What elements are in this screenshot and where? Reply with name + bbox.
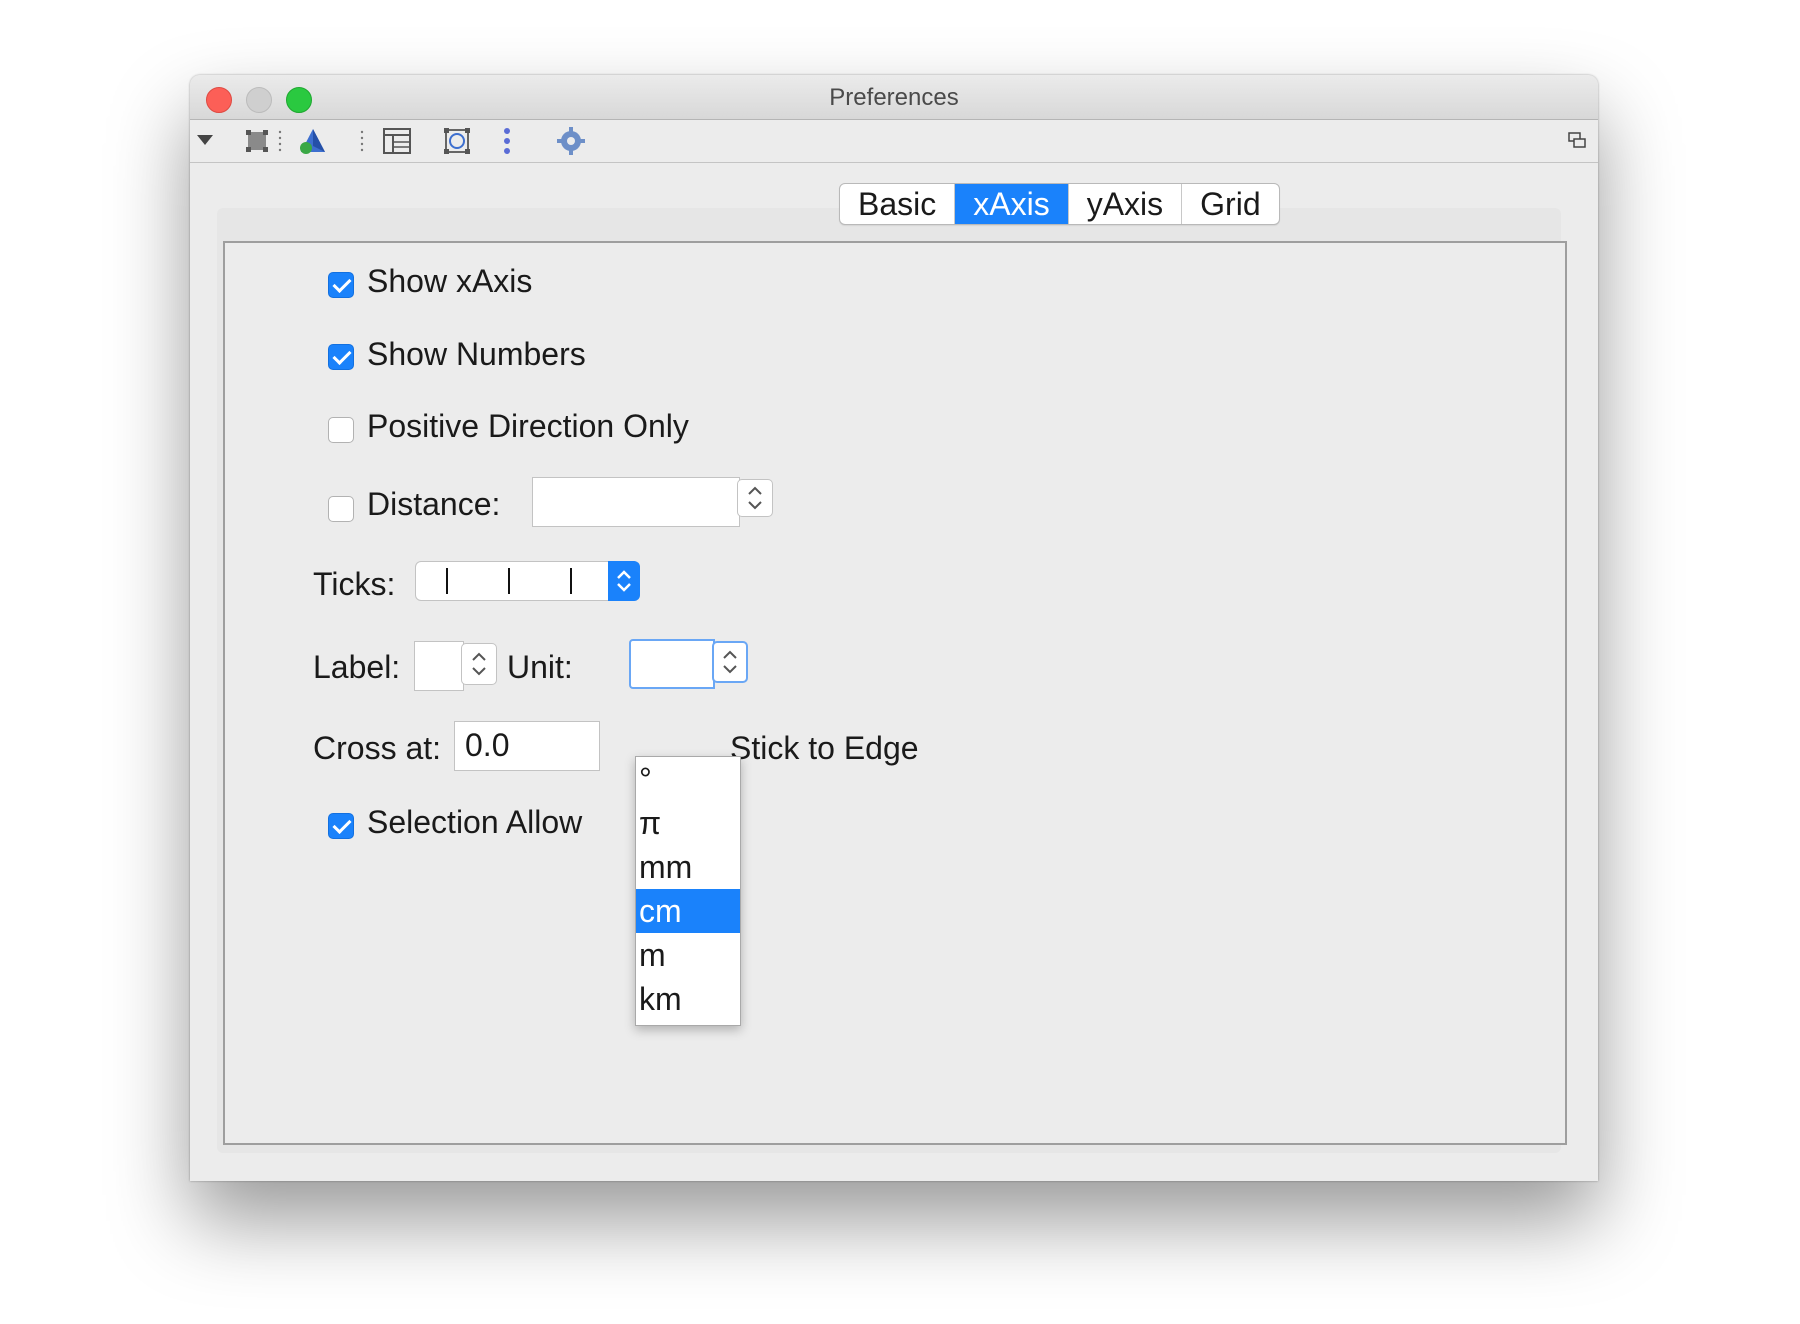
preferences-window: Preferences Basic xAxis yAxis Grid Show …	[190, 75, 1598, 1181]
distance-input[interactable]	[532, 477, 740, 527]
show-xaxis-checkbox[interactable]	[328, 272, 354, 298]
menu-triangle-icon[interactable]	[196, 134, 214, 146]
unit-label: Unit:	[507, 649, 573, 685]
unit-dropdown-list: ° π mm cm m km	[635, 756, 741, 1026]
unit-option-km[interactable]: km	[636, 977, 740, 1021]
unit-option-pi[interactable]: π	[636, 801, 740, 845]
title-bar[interactable]: Preferences	[190, 75, 1598, 120]
unit-input[interactable]	[629, 639, 715, 689]
layout-icon[interactable]	[382, 126, 412, 156]
tab-yaxis[interactable]: yAxis	[1067, 184, 1181, 224]
ticks-dropdown-button[interactable]	[608, 561, 640, 601]
unit-option-mm[interactable]: mm	[636, 845, 740, 889]
tick-mark	[570, 568, 572, 594]
stepper-arrows-icon	[723, 650, 737, 674]
distance-label[interactable]: Distance:	[367, 486, 500, 523]
graphics-view-icon[interactable]	[242, 126, 272, 156]
show-xaxis-label[interactable]: Show xAxis	[367, 263, 532, 300]
chevron-updown-icon	[617, 570, 631, 592]
show-numbers-label[interactable]: Show Numbers	[367, 336, 586, 373]
ticks-label: Ticks:	[313, 566, 396, 602]
positive-direction-label[interactable]: Positive Direction Only	[367, 408, 689, 445]
tick-mark	[508, 568, 510, 594]
label-field-label: Label:	[313, 649, 401, 685]
stick-to-edge-label[interactable]: Stick to Edge	[730, 730, 919, 767]
selection-allowed-checkbox[interactable]	[328, 813, 354, 839]
tick-mark	[446, 568, 448, 594]
window-restore-icon[interactable]	[1568, 132, 1586, 148]
tab-basic[interactable]: Basic	[840, 184, 954, 224]
tab-grid[interactable]: Grid	[1181, 184, 1278, 224]
window-title: Preferences	[829, 84, 959, 111]
distance-checkbox[interactable]	[328, 496, 354, 522]
tab-bar: Basic xAxis yAxis Grid	[839, 183, 1280, 225]
selection-allowed-label[interactable]: Selection Allow	[367, 804, 582, 841]
ticks-combobox[interactable]	[415, 561, 640, 601]
unit-option-cm[interactable]: cm	[636, 889, 740, 933]
unit-option-degree[interactable]: °	[636, 757, 740, 801]
toolbar	[190, 120, 1598, 163]
stepper-arrows-icon	[748, 486, 762, 510]
positive-direction-checkbox[interactable]	[328, 417, 354, 443]
cross-at-label: Cross at:	[313, 730, 442, 766]
cross-at-input[interactable]: 0.0	[454, 721, 600, 771]
algebra-icon[interactable]	[442, 126, 472, 156]
label-stepper[interactable]	[461, 643, 497, 685]
label-input[interactable]	[414, 641, 464, 691]
unit-option-m[interactable]: m	[636, 933, 740, 977]
separator-dots-icon	[360, 130, 364, 152]
distance-stepper[interactable]	[737, 479, 773, 517]
show-numbers-checkbox[interactable]	[328, 344, 354, 370]
unit-stepper[interactable]	[712, 641, 748, 683]
settings-gear-icon[interactable]	[556, 126, 586, 156]
xaxis-settings-panel: Show xAxis Show Numbers Positive Directi…	[223, 241, 1567, 1145]
stepper-arrows-icon	[472, 652, 486, 676]
graphics-3d-icon[interactable]	[298, 126, 328, 156]
menu-dots-icon[interactable]	[502, 126, 512, 156]
tab-xaxis[interactable]: xAxis	[954, 184, 1068, 224]
separator-dots-icon	[278, 130, 282, 152]
